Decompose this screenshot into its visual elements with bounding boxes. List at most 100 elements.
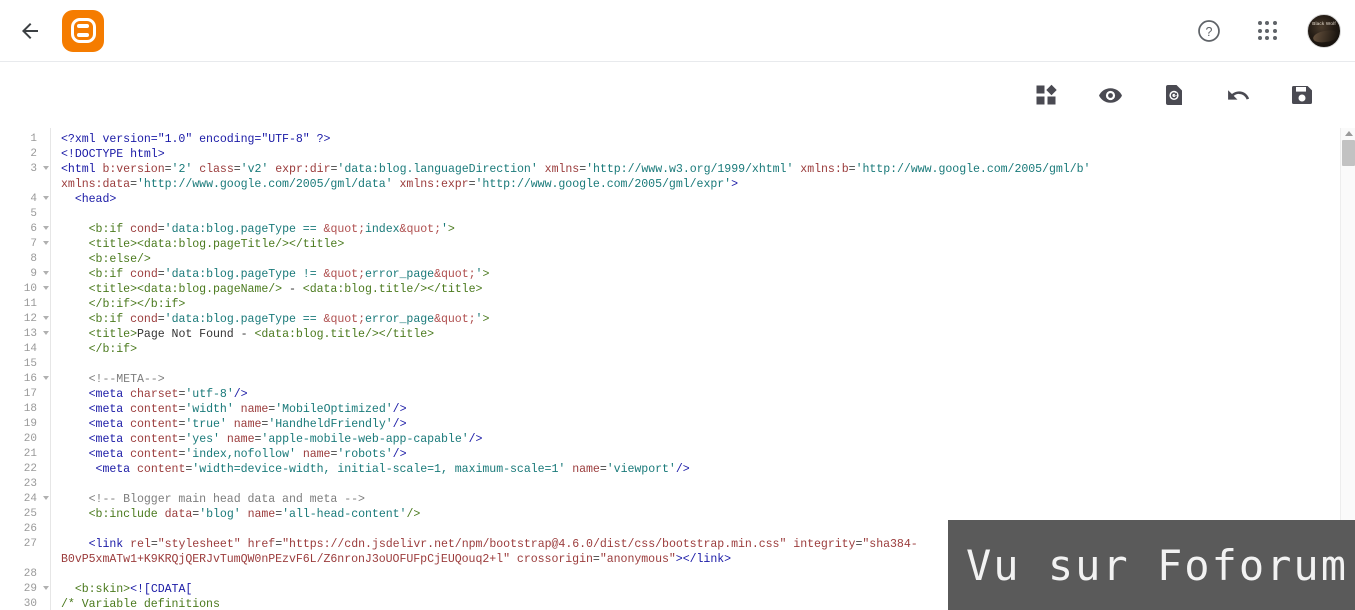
code-token: <meta xyxy=(88,403,131,416)
code-token: = xyxy=(592,553,600,566)
code-token: &quot; xyxy=(434,268,476,281)
code-token: <b:else/> xyxy=(88,253,151,266)
code-line[interactable]: <meta content='true' name='HandheldFrien… xyxy=(61,417,1355,432)
fold-triangle-icon[interactable] xyxy=(43,271,49,275)
code-token: - xyxy=(282,283,303,296)
code-line[interactable]: <!-- Blogger main head data and meta --> xyxy=(61,492,1355,507)
code-token: crossorigin xyxy=(516,553,593,566)
code-token: </b:if></b:if> xyxy=(88,298,186,311)
line-number: 29 xyxy=(0,582,49,597)
code-token: <data:blog.pageTitle/> xyxy=(137,238,289,251)
code-token: > xyxy=(447,223,455,236)
code-token: <meta xyxy=(88,433,131,446)
scrollbar-thumb[interactable] xyxy=(1342,140,1355,166)
code-token: 'data:blog.pageType != xyxy=(164,268,324,281)
code-token: content xyxy=(130,448,179,461)
fold-triangle-icon[interactable] xyxy=(43,586,49,590)
line-number: 30 xyxy=(23,598,37,610)
undo-button[interactable] xyxy=(1215,72,1261,118)
line-number: 3 xyxy=(0,162,49,177)
help-button[interactable]: ? xyxy=(1187,9,1231,53)
line-number: 17 xyxy=(23,388,37,400)
code-line[interactable]: <html b:version='2' class='v2' expr:dir=… xyxy=(61,162,1355,177)
code-token: 'MobileOptimized' xyxy=(275,403,393,416)
code-token: cond xyxy=(130,268,158,281)
code-token: <link xyxy=(88,538,131,551)
code-line[interactable]: <meta charset='utf-8'/> xyxy=(61,387,1355,402)
line-number: 16 xyxy=(0,372,49,387)
line-number: 18 xyxy=(23,403,37,415)
customize-theme-button[interactable] xyxy=(1023,72,1069,118)
code-line[interactable]: </b:if></b:if> xyxy=(61,297,1355,312)
back-button[interactable] xyxy=(6,7,54,55)
code-token: 'http://www.google.com/2005/gml/b' xyxy=(855,163,1091,176)
code-token: <?xml version="1.0" encoding="UTF-8" ?> xyxy=(61,133,331,146)
code-token: &quot; xyxy=(323,223,366,236)
code-line[interactable]: <?xml version="1.0" encoding="UTF-8" ?> xyxy=(61,132,1355,147)
svg-text:?: ? xyxy=(1206,24,1213,38)
code-line[interactable]: <b:if cond='data:blog.pageType == &quot;… xyxy=(61,222,1355,237)
fold-triangle-icon[interactable] xyxy=(43,496,49,500)
account-avatar[interactable]: Black Wolf xyxy=(1307,13,1341,48)
fold-triangle-icon[interactable] xyxy=(43,331,49,335)
preview-button[interactable] xyxy=(1087,72,1133,118)
code-line[interactable]: <b:else/> xyxy=(61,252,1355,267)
code-line[interactable]: <head> xyxy=(61,192,1355,207)
code-token: xmlns:data xyxy=(61,178,131,191)
code-token: 'HandheldFriendly' xyxy=(268,418,393,431)
code-token: <meta xyxy=(95,463,137,476)
code-token: expr:dir xyxy=(275,163,331,176)
code-line[interactable]: <b:if cond='data:blog.pageType == &quot;… xyxy=(61,312,1355,327)
code-line[interactable] xyxy=(61,477,1355,492)
code-token: xmlns:expr xyxy=(399,178,469,191)
code-line[interactable] xyxy=(61,207,1355,222)
code-line[interactable]: <meta content='yes' name='apple-mobile-w… xyxy=(61,432,1355,447)
code-line[interactable]: <!--META--> xyxy=(61,372,1355,387)
fold-triangle-icon[interactable] xyxy=(43,286,49,290)
code-line[interactable]: xmlns:data='http://www.google.com/2005/g… xyxy=(61,177,1355,192)
code-token: <title> xyxy=(88,238,137,251)
code-line[interactable] xyxy=(61,357,1355,372)
code-token: <html xyxy=(61,163,103,176)
revert-button[interactable] xyxy=(1151,72,1197,118)
code-line[interactable]: <title>Page Not Found - <data:blog.title… xyxy=(61,327,1355,342)
fold-triangle-icon[interactable] xyxy=(43,376,49,380)
scroll-up-arrow-icon[interactable] xyxy=(1344,131,1353,136)
fold-triangle-icon[interactable] xyxy=(43,241,49,245)
code-line[interactable]: <title><data:blog.pageTitle/></title> xyxy=(61,237,1355,252)
fold-triangle-icon[interactable] xyxy=(43,316,49,320)
fold-triangle-icon[interactable] xyxy=(43,166,49,170)
code-token: "https://cdn.jsdelivr.net/npm/bootstrap@… xyxy=(282,538,787,551)
google-apps-button[interactable] xyxy=(1245,9,1289,53)
code-line[interactable]: </b:if> xyxy=(61,342,1355,357)
code-token: 'width=device-width, initial-scale=1, ma… xyxy=(192,463,566,476)
line-number: 13 xyxy=(0,327,49,342)
code-token: 'utf-8' xyxy=(185,388,234,401)
save-button[interactable] xyxy=(1279,72,1325,118)
help-circle-icon: ? xyxy=(1198,19,1220,42)
code-line[interactable]: <meta content = 'width=device-width, initi… xyxy=(61,462,1355,477)
code-token: /> xyxy=(468,433,483,446)
code-line[interactable]: <!DOCTYPE html> xyxy=(61,147,1355,162)
code-line[interactable]: <meta content='index,nofollow' name='rob… xyxy=(61,447,1355,462)
code-token: b:version xyxy=(102,163,165,176)
code-token: <title> xyxy=(88,328,137,341)
code-token: "anonymous" xyxy=(599,553,676,566)
code-token: 'http://www.google.com/2005/gml/data' xyxy=(137,178,393,191)
code-token: class xyxy=(199,163,234,176)
code-token: index xyxy=(364,223,400,236)
code-token: 'width' xyxy=(185,403,234,416)
code-token: data xyxy=(164,508,193,521)
code-token: cond xyxy=(130,313,158,326)
code-line[interactable]: <b:if cond='data:blog.pageType != &quot;… xyxy=(61,267,1355,282)
top-bar-actions: ? Black Wolf xyxy=(1173,9,1355,53)
code-token: integrity xyxy=(793,538,856,551)
code-line[interactable]: <meta content='width' name='MobileOptimi… xyxy=(61,402,1355,417)
code-line[interactable]: <title><data:blog.pageName/> - <data:blo… xyxy=(61,282,1355,297)
customize-theme-icon xyxy=(1036,84,1057,105)
fold-triangle-icon[interactable] xyxy=(43,226,49,230)
blogger-logo[interactable] xyxy=(62,9,104,52)
fold-triangle-icon[interactable] xyxy=(43,196,49,200)
code-token: 'http://www.w3.org/1999/xhtml' xyxy=(586,163,794,176)
code-token: &quot; xyxy=(399,223,442,236)
